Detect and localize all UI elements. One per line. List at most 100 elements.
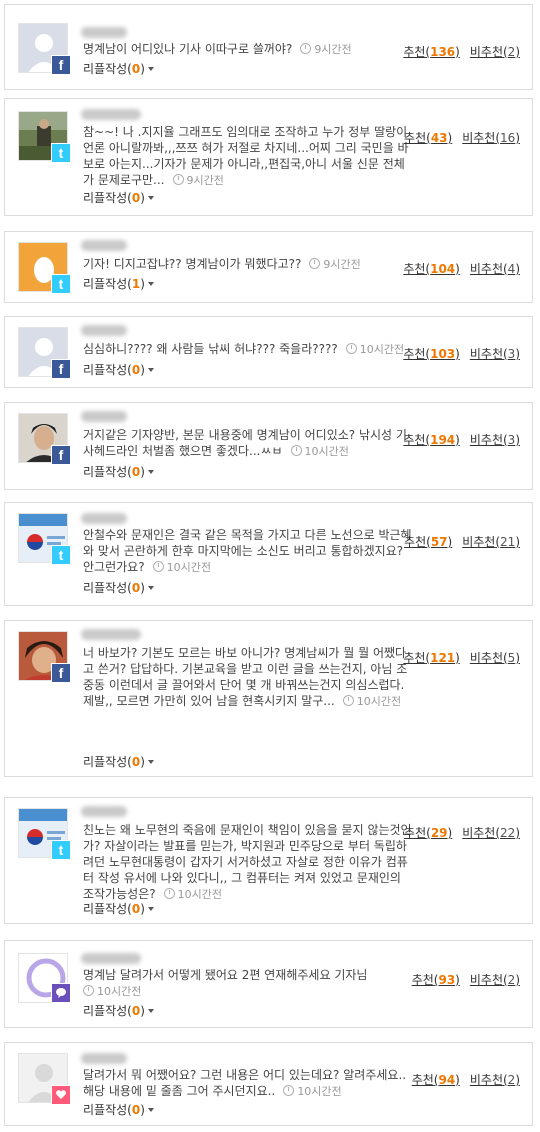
- timestamp: 10시간전: [345, 343, 404, 356]
- reply-button[interactable]: 리플작성(0): [83, 753, 154, 770]
- author-name[interactable]: [81, 240, 127, 251]
- timestamp: 10시간전: [290, 445, 349, 458]
- author-name[interactable]: [81, 1053, 127, 1064]
- author-name[interactable]: [81, 806, 127, 817]
- reply-button[interactable]: 리플작성(1): [83, 275, 154, 292]
- author-name[interactable]: [81, 325, 127, 336]
- clock-icon: [163, 888, 175, 899]
- comment-text: 기자! 디지고잡냐?? 명계남이가 뭐했다고?? 9시간전: [83, 257, 361, 271]
- reply-button[interactable]: 리플작성(0): [83, 1101, 154, 1118]
- vote-group: 추천(29) 비추천(22): [404, 824, 520, 841]
- comment-text: 명계남이 어디있나 기사 이따구로 쓸꺼야? 9시간전: [83, 42, 352, 56]
- comment-card: t 참~~! 나 .지지율 그래프도 임의대로 조작하고 누가 정부 딸랑이 언…: [4, 98, 533, 216]
- not-recommend-button[interactable]: 비추천(2): [470, 1073, 520, 1087]
- not-recommend-button[interactable]: 비추천(22): [462, 826, 520, 840]
- not-recommend-button[interactable]: 비추천(21): [462, 535, 520, 549]
- vote-group: 추천(43) 비추천(16): [404, 129, 520, 146]
- reply-button[interactable]: 리플작성(0): [83, 189, 154, 206]
- clock-icon: [283, 1085, 295, 1096]
- reply-button[interactable]: 리플작성(0): [83, 361, 154, 378]
- timestamp: 10시간전: [342, 695, 401, 708]
- comment-card: t 친노는 왜 노무현의 죽음에 문재인이 책임이 있음을 묻지 않는것인가? …: [4, 797, 533, 924]
- timestamp: 9시간전: [309, 258, 361, 271]
- facebook-icon: f: [51, 55, 71, 75]
- author-name[interactable]: [81, 953, 141, 964]
- reply-button[interactable]: 리플작성(0): [83, 900, 154, 917]
- vote-group: 추천(94) 비추천(2): [412, 1071, 520, 1088]
- comment-card: f 명계남이 어디있나 기사 이따구로 쓸꺼야? 9시간전 리플작성(0) 추천(…: [4, 4, 533, 90]
- caret-down-icon: [147, 470, 154, 474]
- recommend-button[interactable]: 추천(29): [404, 826, 452, 840]
- recommend-button[interactable]: 추천(93): [412, 973, 460, 987]
- facebook-icon: f: [51, 445, 71, 465]
- caret-down-icon: [147, 282, 154, 286]
- comment-card: f 너 바보가? 기본도 모르는 바보 아니가? 명계남씨가 뭘 뭘 어쨌다고 …: [4, 620, 533, 777]
- caret-down-icon: [147, 586, 154, 590]
- vote-group: 추천(121) 비추천(5): [403, 649, 520, 666]
- clock-icon: [290, 445, 302, 456]
- recommend-button[interactable]: 추천(121): [403, 651, 460, 665]
- vote-group: 추천(103) 비추천(3): [403, 345, 520, 362]
- comment-text: 안철수와 문재인은 결국 같은 목적을 가지고 다른 노선으로 박근혜와 맞서 …: [83, 528, 412, 574]
- clock-icon: [300, 43, 312, 54]
- not-recommend-button[interactable]: 비추천(2): [470, 45, 520, 59]
- comment-card: 명계남 달려가서 어떻게 됐어요 2편 연재해주세요 기자님 10시간전 리플작성…: [4, 940, 533, 1028]
- comment-text: 심심하니???? 왜 사람들 낚씨 허냐??? 죽을라???? 10시간전: [83, 342, 405, 356]
- not-recommend-button[interactable]: 비추천(3): [470, 347, 520, 361]
- comment-text: 명계남 달려가서 어떻게 됐어요 2편 연재해주세요 기자님 10시간전: [83, 968, 368, 998]
- comment-text: 거지같은 기자양반, 본문 내용중에 명계남이 어디있소? 낚시성 기사헤드라인…: [83, 428, 407, 458]
- recommend-button[interactable]: 추천(94): [412, 1073, 460, 1087]
- recommend-button[interactable]: 추천(136): [403, 45, 460, 59]
- not-recommend-button[interactable]: 비추천(16): [462, 131, 520, 145]
- timestamp: 10시간전: [283, 1085, 342, 1098]
- not-recommend-button[interactable]: 비추천(5): [470, 651, 520, 665]
- timestamp: 9시간전: [300, 43, 352, 56]
- caret-down-icon: [147, 196, 154, 200]
- kakaostory-icon: [51, 1085, 71, 1105]
- caret-down-icon: [147, 1009, 154, 1013]
- twitter-icon: t: [51, 545, 71, 565]
- vote-group: 추천(57) 비추천(21): [404, 533, 520, 550]
- comment-text: 너 바보가? 기본도 모르는 바보 아니가? 명계남씨가 뭘 뭘 어쨌다고 쓴거…: [83, 646, 408, 708]
- recommend-button[interactable]: 추천(104): [403, 262, 460, 276]
- twitter-icon: t: [51, 143, 71, 163]
- comment-card: f 심심하니???? 왜 사람들 낚씨 허냐??? 죽을라???? 10시간전 리…: [4, 316, 533, 388]
- timestamp: 10시간전: [152, 561, 211, 574]
- author-name[interactable]: [81, 411, 127, 422]
- reply-button[interactable]: 리플작성(0): [83, 463, 154, 480]
- recommend-button[interactable]: 추천(194): [403, 433, 460, 447]
- recommend-button[interactable]: 추천(43): [404, 131, 452, 145]
- author-name[interactable]: [81, 629, 141, 640]
- timestamp: 9시간전: [172, 174, 224, 187]
- facebook-icon: f: [51, 663, 71, 683]
- vote-group: 추천(136) 비추천(2): [403, 43, 520, 60]
- author-name[interactable]: [81, 27, 127, 38]
- comment-card: t 안철수와 문재인은 결국 같은 목적을 가지고 다른 노선으로 박근혜와 맞…: [4, 502, 533, 606]
- vote-group: 추천(104) 비추천(4): [403, 260, 520, 277]
- caret-down-icon: [147, 1108, 154, 1112]
- comment-text: 참~~! 나 .지지율 그래프도 임의대로 조작하고 누가 정부 딸랑이 언론 …: [83, 125, 409, 187]
- not-recommend-button[interactable]: 비추천(4): [470, 262, 520, 276]
- clock-icon: [172, 174, 184, 185]
- vote-group: 추천(93) 비추천(2): [412, 971, 520, 988]
- author-name[interactable]: [81, 109, 141, 120]
- not-recommend-button[interactable]: 비추천(2): [470, 973, 520, 987]
- recommend-button[interactable]: 추천(103): [403, 347, 460, 361]
- reply-button[interactable]: 리플작성(0): [83, 60, 154, 77]
- clock-icon: [309, 258, 321, 269]
- clock-icon: [152, 561, 164, 572]
- caret-down-icon: [147, 907, 154, 911]
- facebook-icon: f: [51, 359, 71, 379]
- comment-text: 달려가서 뭐 어쨌어요? 그런 내용은 어디 있는데요? 알려주세요..해당 내…: [83, 1068, 407, 1098]
- caret-down-icon: [147, 67, 154, 71]
- comment-card: f 거지같은 기자양반, 본문 내용중에 명계남이 어디있소? 낚시성 기사헤드…: [4, 402, 533, 490]
- comment-card: 달려가서 뭐 어쨌어요? 그런 내용은 어디 있는데요? 알려주세요..해당 내…: [4, 1042, 533, 1126]
- reply-button[interactable]: 리플작성(0): [83, 1002, 154, 1019]
- caret-down-icon: [147, 368, 154, 372]
- author-name[interactable]: [81, 513, 127, 524]
- reply-button[interactable]: 리플작성(0): [83, 579, 154, 596]
- recommend-button[interactable]: 추천(57): [404, 535, 452, 549]
- not-recommend-button[interactable]: 비추천(3): [470, 433, 520, 447]
- clock-icon: [342, 695, 354, 706]
- timestamp: 10시간전: [83, 985, 141, 998]
